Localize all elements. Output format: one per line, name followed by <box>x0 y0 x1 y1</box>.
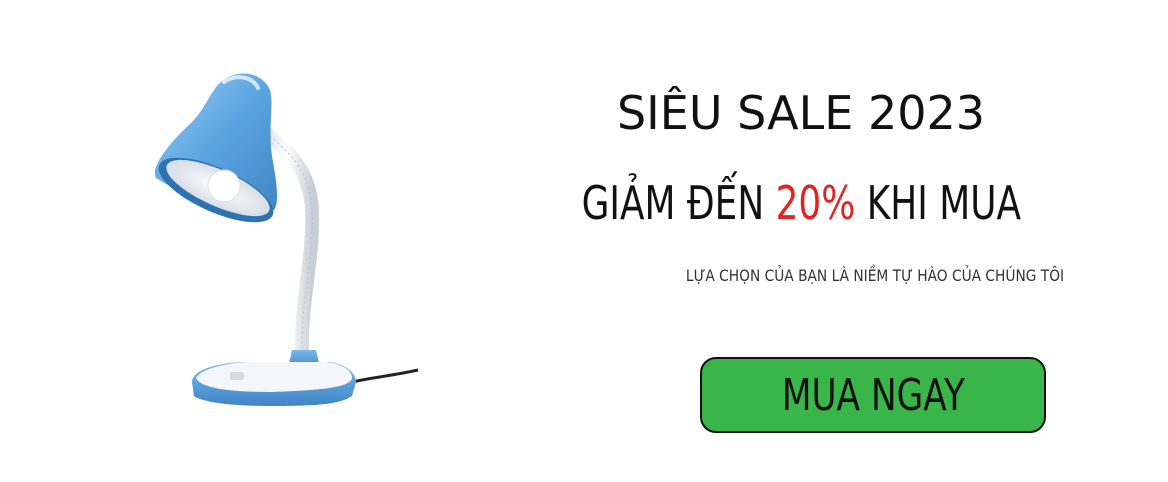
buy-now-button-label: MUA NGAY <box>781 369 965 421</box>
desk-lamp-icon <box>154 73 419 406</box>
headline-line-1: SIÊU SALE 2023 <box>616 86 986 140</box>
headline-discount-prefix: GIẢM ĐẾN <box>581 176 776 230</box>
headline-line-2: GIẢM ĐẾN 20% KHI MUA <box>540 176 1063 230</box>
discount-percent: 20% <box>775 176 856 230</box>
buy-now-button[interactable]: MUA NGAY <box>700 357 1046 433</box>
headline-discount-suffix: KHI MUA <box>855 176 1022 230</box>
product-image <box>120 60 440 420</box>
tagline: LỰA CHỌN CỦA BẠN LÀ NIỀM TỰ HÀO CỦA CHÚN… <box>685 266 1065 285</box>
promo-banner: SIÊU SALE 2023 GIẢM ĐẾN 20% KHI MUA LỰA … <box>0 0 1168 482</box>
